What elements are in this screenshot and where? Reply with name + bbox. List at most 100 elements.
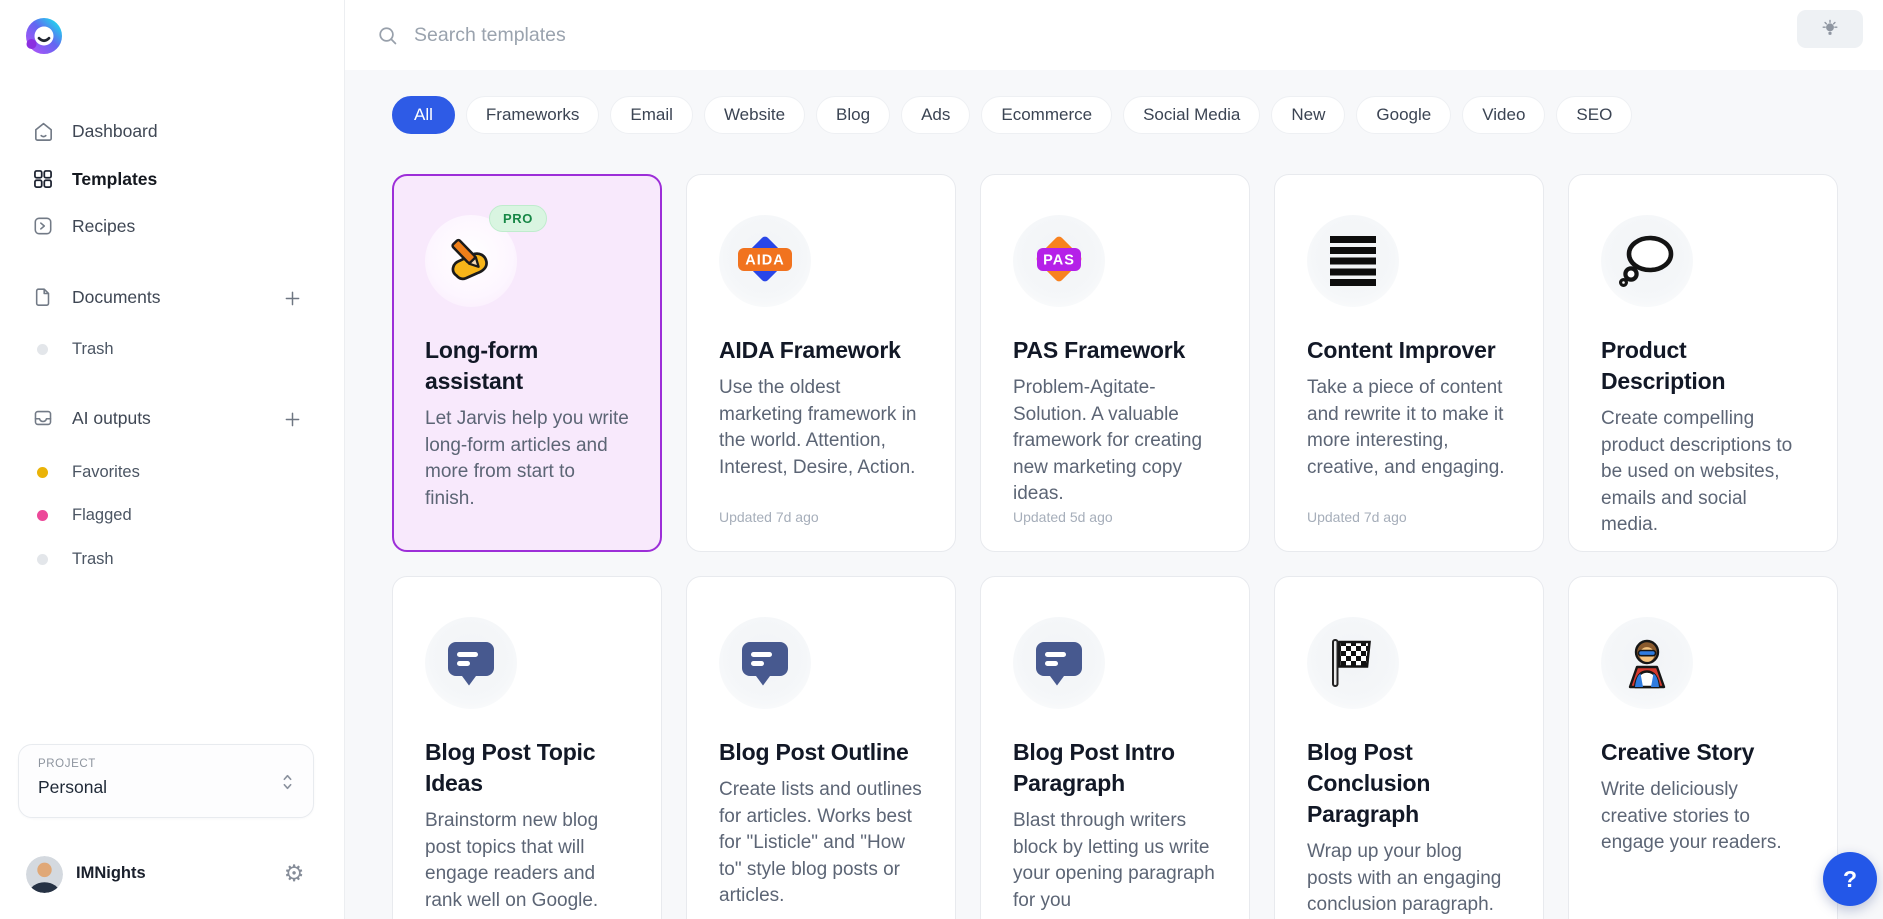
template-card-blog-post-outline[interactable]: Blog Post Outline Create lists and outli… bbox=[686, 576, 956, 919]
search-input[interactable] bbox=[412, 23, 1116, 48]
card-description: Take a piece of content and rewrite it t… bbox=[1307, 375, 1511, 481]
filter-pill-google[interactable]: Google bbox=[1356, 96, 1451, 134]
pas-diamond-icon: PAS bbox=[1025, 232, 1093, 290]
sidebar-item-label: Trash bbox=[72, 550, 114, 569]
template-card-blog-post-topic-ideas[interactable]: Blog Post Topic Ideas Brainstorm new blo… bbox=[392, 576, 662, 919]
sidebar-item-label: Flagged bbox=[72, 506, 132, 525]
add-ai-output-button[interactable] bbox=[279, 406, 305, 432]
favorites-dot-icon bbox=[37, 467, 48, 478]
card-description: Write deliciously creative stories to en… bbox=[1601, 777, 1805, 857]
user-account-row: IMNights ⚙ bbox=[0, 854, 344, 898]
comment-bubble-icon bbox=[740, 640, 790, 687]
filter-pill-ecommerce[interactable]: Ecommerce bbox=[981, 96, 1112, 134]
icon-bubble bbox=[1601, 215, 1693, 307]
sidebar-item-favorites[interactable]: Favorites bbox=[0, 457, 344, 487]
card-description: Use the oldest marketing framework in th… bbox=[719, 375, 923, 481]
gear-icon[interactable]: ⚙ bbox=[280, 860, 308, 888]
icon-bubble: AIDA bbox=[719, 215, 811, 307]
document-icon bbox=[30, 284, 56, 310]
card-title: Blog Post Outline bbox=[719, 737, 923, 768]
sidebar-item-dashboard[interactable]: Dashboard bbox=[0, 116, 344, 146]
card-description: Wrap up your blog posts with an engaging… bbox=[1307, 839, 1511, 919]
inbox-icon bbox=[30, 405, 56, 431]
sidebar-section-ai-outputs[interactable]: AI outputs bbox=[0, 403, 344, 433]
sidebar-item-label: Trash bbox=[72, 340, 114, 359]
lightbulb-icon bbox=[1819, 18, 1841, 40]
project-selector[interactable]: PROJECT Personal bbox=[18, 744, 314, 818]
sidebar-section-documents[interactable]: Documents bbox=[0, 282, 344, 312]
icon-bubble bbox=[719, 617, 811, 709]
help-button[interactable]: ? bbox=[1823, 852, 1877, 906]
card-description: Blast through writers block by letting u… bbox=[1013, 808, 1217, 914]
filter-pill-seo[interactable]: SEO bbox=[1556, 96, 1632, 134]
template-card-content-improver[interactable]: Content Improver Take a piece of content… bbox=[1274, 174, 1544, 552]
filter-pill-ads[interactable]: Ads bbox=[901, 96, 970, 134]
filter-pill-email[interactable]: Email bbox=[610, 96, 693, 134]
card-title: Blog Post Topic Ideas bbox=[425, 737, 629, 799]
filter-pill-frameworks[interactable]: Frameworks bbox=[466, 96, 600, 134]
templates-content: All Frameworks Email Website Blog Ads Ec… bbox=[344, 70, 1883, 919]
recipe-icon bbox=[30, 213, 56, 239]
home-icon bbox=[30, 118, 56, 144]
username[interactable]: IMNights bbox=[76, 864, 146, 883]
filter-pill-video[interactable]: Video bbox=[1462, 96, 1545, 134]
template-card-blog-post-conclusion-paragraph[interactable]: Blog Post Conclusion Paragraph Wrap up y… bbox=[1274, 576, 1544, 919]
superhero-icon bbox=[1621, 637, 1673, 689]
sidebar-item-label: Favorites bbox=[72, 463, 140, 482]
filter-pill-blog[interactable]: Blog bbox=[816, 96, 890, 134]
sidebar-item-flagged[interactable]: Flagged bbox=[0, 500, 344, 530]
template-card-creative-story[interactable]: Creative Story Write deliciously creativ… bbox=[1568, 576, 1838, 919]
card-description: Create lists and outlines for articles. … bbox=[719, 777, 923, 910]
topbar bbox=[344, 0, 1883, 70]
icon-bubble: PAS bbox=[1013, 215, 1105, 307]
flagged-dot-icon bbox=[37, 510, 48, 521]
filter-pill-all[interactable]: All bbox=[392, 96, 455, 134]
sidebar-item-label: Templates bbox=[72, 169, 157, 190]
card-description: Let Jarvis help you write long-form arti… bbox=[425, 406, 629, 512]
svg-text:PAS: PAS bbox=[1043, 253, 1075, 269]
template-card-pas-framework[interactable]: PAS PAS Framework Problem-Agitate-Soluti… bbox=[980, 174, 1250, 552]
jasper-logo-icon[interactable] bbox=[22, 16, 66, 58]
trash-dot-icon bbox=[37, 344, 48, 355]
card-description: Create compelling product descriptions t… bbox=[1601, 406, 1805, 539]
template-card-product-description[interactable]: Product Description Create compelling pr… bbox=[1568, 174, 1838, 552]
project-heading: PROJECT bbox=[38, 758, 96, 770]
card-title: Product Description bbox=[1601, 335, 1805, 397]
card-updated-label: Updated 7d ago bbox=[1307, 509, 1407, 525]
aida-diamond-icon: AIDA bbox=[731, 232, 799, 290]
project-value: Personal bbox=[38, 777, 107, 798]
sidebar-item-documents-trash[interactable]: Trash bbox=[0, 334, 344, 364]
sidebar-item-ai-trash[interactable]: Trash bbox=[0, 544, 344, 574]
icon-bubble bbox=[1601, 617, 1693, 709]
sidebar-item-label: Recipes bbox=[72, 216, 135, 237]
card-updated-label: Updated 7d ago bbox=[719, 509, 819, 525]
card-title: PAS Framework bbox=[1013, 335, 1217, 366]
template-card-blog-post-intro-paragraph[interactable]: Blog Post Intro Paragraph Blast through … bbox=[980, 576, 1250, 919]
template-card-long-form-assistant[interactable]: PRO Long-form assistant Let Jarvis help … bbox=[392, 174, 662, 552]
filter-pill-new[interactable]: New bbox=[1271, 96, 1345, 134]
card-title: Blog Post Intro Paragraph bbox=[1013, 737, 1217, 799]
sidebar-item-recipes[interactable]: Recipes bbox=[0, 211, 344, 241]
card-description: Brainstorm new blog post topics that wil… bbox=[425, 808, 629, 914]
template-card-aida-framework[interactable]: AIDA AIDA Framework Use the oldest marke… bbox=[686, 174, 956, 552]
filter-pills: All Frameworks Email Website Blog Ads Ec… bbox=[392, 96, 1883, 134]
card-description: Problem-Agitate-Solution. A valuable fra… bbox=[1013, 375, 1217, 508]
search-icon bbox=[376, 24, 399, 47]
card-title: Long-form assistant bbox=[425, 335, 629, 397]
filter-pill-website[interactable]: Website bbox=[704, 96, 805, 134]
sidebar-item-label: Dashboard bbox=[72, 121, 158, 142]
icon-bubble bbox=[1013, 617, 1105, 709]
icon-bubble bbox=[1307, 617, 1399, 709]
avatar[interactable] bbox=[26, 856, 63, 893]
sidebar-section-label: AI outputs bbox=[72, 408, 151, 429]
icon-bubble bbox=[1307, 215, 1399, 307]
chevron-up-down-icon bbox=[278, 771, 297, 798]
pro-badge: PRO bbox=[489, 205, 547, 232]
add-document-button[interactable] bbox=[279, 285, 305, 311]
card-title: Content Improver bbox=[1307, 335, 1511, 366]
filter-pill-social-media[interactable]: Social Media bbox=[1123, 96, 1260, 134]
sidebar-item-templates[interactable]: Templates bbox=[0, 164, 344, 194]
sidebar: Dashboard Templates Recipes Documents bbox=[0, 0, 345, 919]
trash-dot-icon bbox=[37, 554, 48, 565]
whats-new-button[interactable] bbox=[1797, 10, 1863, 48]
